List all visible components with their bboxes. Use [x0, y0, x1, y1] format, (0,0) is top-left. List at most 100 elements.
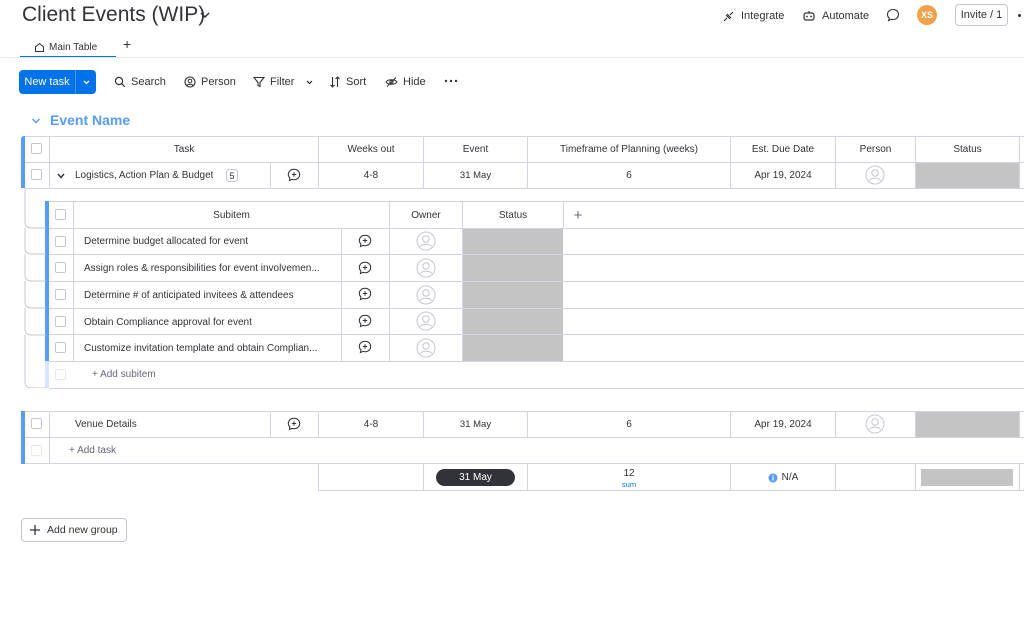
person-filter-button[interactable]: Person: [184, 74, 236, 90]
owner-avatar-icon[interactable]: [416, 311, 436, 331]
subtable-border: [49, 361, 1024, 362]
event-date-cell[interactable]: 31 May: [424, 412, 527, 437]
add-view-button[interactable]: +: [123, 36, 131, 52]
weeks-out-cell[interactable]: 4-8: [319, 412, 423, 437]
new-task-label: New task: [24, 76, 70, 88]
owner-avatar-icon[interactable]: [416, 285, 436, 305]
add-update-icon[interactable]: [358, 340, 372, 354]
person-avatar-icon[interactable]: [865, 165, 885, 185]
due-date-cell[interactable]: Apr 19, 2024: [731, 412, 835, 437]
group-collapse-icon[interactable]: [30, 115, 42, 127]
integrate-label: Integrate: [741, 10, 785, 22]
subitem-count-badge[interactable]: 5: [226, 169, 238, 182]
add-update-icon[interactable]: [287, 168, 301, 182]
add-subitem-button[interactable]: + Add subitem: [92, 369, 156, 380]
add-update-icon[interactable]: [358, 234, 372, 248]
timeframe-cell[interactable]: 6: [528, 412, 730, 437]
person-label: Person: [201, 76, 236, 88]
new-task-dropdown[interactable]: [75, 70, 96, 94]
column-header-subitem[interactable]: Subitem: [74, 202, 389, 228]
add-update-icon[interactable]: [358, 314, 372, 328]
tab-main-table[interactable]: Main Table: [20, 37, 116, 57]
plus-icon: [30, 525, 40, 535]
owner-avatar-icon[interactable]: [416, 338, 436, 358]
column-header-due-date[interactable]: Est. Due Date: [731, 137, 835, 162]
add-task-checkbox: [31, 445, 42, 456]
search-button[interactable]: Search: [114, 74, 166, 90]
subitem-checkbox[interactable]: [55, 342, 66, 353]
user-avatar[interactable]: XS: [917, 5, 937, 25]
event-summary-pill[interactable]: 31 May: [436, 469, 515, 486]
subitem-name[interactable]: Determine budget allocated for event: [84, 236, 336, 247]
column-header-sub-status[interactable]: Status: [463, 202, 563, 228]
status-cell[interactable]: [916, 163, 1019, 188]
chevron-down-icon[interactable]: [56, 171, 66, 181]
column-divider: [49, 411, 50, 437]
add-subitem-checkbox: [55, 369, 66, 380]
more-options-icon[interactable]: [1018, 14, 1021, 17]
person-avatar-icon[interactable]: [865, 414, 885, 434]
group-title[interactable]: Event Name: [50, 112, 130, 128]
chevron-down-icon[interactable]: [305, 78, 314, 87]
column-header-event[interactable]: Event: [424, 137, 527, 162]
subitem-name[interactable]: Determine # of anticipated invitees & at…: [84, 290, 336, 301]
board-title[interactable]: Client Events (WIP): [22, 3, 205, 27]
hide-button[interactable]: Hide: [385, 74, 426, 90]
owner-avatar-icon[interactable]: [416, 258, 436, 278]
more-toolbar-icon[interactable]: [444, 79, 458, 83]
column-header-owner[interactable]: Owner: [390, 202, 462, 228]
column-divider: [835, 464, 836, 491]
add-update-icon[interactable]: [287, 417, 301, 431]
integrate-button[interactable]: Integrate: [722, 7, 784, 25]
column-divider: [1019, 464, 1020, 491]
subitem-name[interactable]: Customize invitation template and obtain…: [84, 343, 336, 354]
weeks-out-cell[interactable]: 4-8: [319, 163, 423, 188]
status-summary-bar[interactable]: [921, 469, 1013, 486]
add-update-icon[interactable]: [358, 287, 372, 301]
add-update-icon[interactable]: [358, 261, 372, 275]
automate-button[interactable]: Automate: [802, 7, 869, 25]
subitem-name[interactable]: Obtain Compliance approval for event: [84, 317, 336, 328]
info-icon: [768, 473, 778, 482]
timeframe-cell[interactable]: 6: [528, 163, 730, 188]
task-name[interactable]: Logistics, Action Plan & Budget: [75, 170, 213, 181]
search-icon: [114, 76, 126, 88]
subitem-status-cell[interactable]: [463, 229, 563, 254]
owner-avatar-icon[interactable]: [416, 231, 436, 251]
chat-icon[interactable]: [886, 8, 900, 22]
subitem-status-cell[interactable]: [463, 255, 563, 281]
subitem-status-cell[interactable]: [463, 309, 563, 334]
subitem-checkbox[interactable]: [55, 289, 66, 300]
due-date-cell[interactable]: Apr 19, 2024: [731, 163, 835, 188]
column-header-weeks-out[interactable]: Weeks out: [319, 137, 423, 162]
column-divider: [49, 437, 50, 463]
row-checkbox[interactable]: [31, 418, 42, 429]
home-icon: [35, 42, 44, 52]
select-all-checkbox[interactable]: [31, 143, 42, 154]
subitem-name[interactable]: Assign roles & responsibilities for even…: [84, 263, 336, 274]
column-header-task[interactable]: Task: [49, 137, 319, 162]
add-task-button[interactable]: + Add task: [69, 445, 116, 456]
subitem-checkbox[interactable]: [55, 316, 66, 327]
subitem-status-cell[interactable]: [463, 282, 563, 308]
column-header-status[interactable]: Status: [916, 137, 1019, 162]
filter-button[interactable]: Filter: [253, 74, 314, 90]
event-date-cell[interactable]: 31 May: [424, 163, 527, 188]
new-task-button[interactable]: New task: [19, 70, 96, 94]
sort-button[interactable]: Sort: [329, 74, 366, 90]
subitem-checkbox[interactable]: [55, 236, 66, 247]
column-header-person[interactable]: Person: [836, 137, 915, 162]
task-name[interactable]: Venue Details: [75, 419, 137, 430]
add-column-button[interactable]: +: [570, 202, 586, 228]
add-new-group-button[interactable]: Add new group: [21, 518, 127, 542]
subitem-status-cell[interactable]: [463, 335, 563, 361]
subitem-select-all-checkbox[interactable]: [55, 209, 66, 220]
eye-off-icon: [385, 77, 398, 87]
column-header-timeframe[interactable]: Timeframe of Planning (weeks): [528, 137, 730, 162]
invite-button[interactable]: Invite / 1: [955, 4, 1008, 26]
row-checkbox[interactable]: [31, 169, 42, 180]
status-cell[interactable]: [916, 412, 1019, 437]
tab-main-table-label: Main Table: [49, 41, 98, 53]
chevron-down-icon[interactable]: [198, 8, 212, 22]
subitem-checkbox[interactable]: [55, 262, 66, 273]
